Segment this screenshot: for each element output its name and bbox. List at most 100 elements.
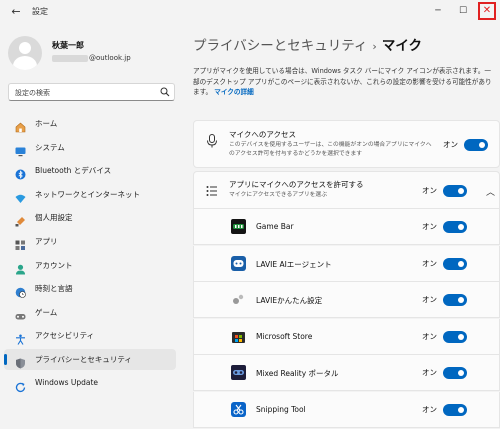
sidebar-item-label: アプリ <box>35 237 58 246</box>
avatar-head <box>19 42 31 54</box>
sidebar-item-label: 時刻と言語 <box>35 284 73 294</box>
app-name: Game Bar <box>256 222 294 231</box>
sidebar-item-2[interactable]: システム <box>4 137 176 158</box>
lavie-ai-icon <box>231 255 246 271</box>
mic-access-subtitle: このデバイスを使用するユーザーは、この機能がオンの場合アプリにマイクへのアクセス… <box>229 142 432 157</box>
app-access-toggle[interactable] <box>443 185 467 197</box>
app-name: LAVIEかんたん設定 <box>256 296 323 305</box>
app-toggle-label: オン <box>422 222 437 231</box>
search-box[interactable] <box>8 83 175 101</box>
sidebar-item-label: システム <box>35 142 65 152</box>
app-access-title: アプリにマイクへのアクセスを許可する <box>229 180 364 189</box>
app-access-card[interactable]: アプリにマイクへのアクセスを許可する マイクにアクセスできるアプリを選ぶ オン … <box>193 171 500 209</box>
sidebar-item-10[interactable]: アクセシビリティ <box>4 325 176 346</box>
sidebar-item-12[interactable]: Windows Update <box>4 373 176 394</box>
close-button[interactable]: ✕ <box>478 2 496 20</box>
minimize-button[interactable]: ─ <box>429 3 447 19</box>
store-icon <box>231 329 246 344</box>
mixed-reality-icon <box>231 365 246 380</box>
breadcrumb-separator: › <box>372 40 377 53</box>
account-icon <box>15 260 26 275</box>
sidebar-item-label: Bluetooth とデバイス <box>35 166 112 176</box>
accessibility-icon <box>15 330 26 346</box>
app-toggle-label: オン <box>422 258 437 268</box>
toggle-knob <box>458 297 464 303</box>
sidebar-item-6[interactable]: アプリ <box>4 231 176 252</box>
app-name: Microsoft Store <box>256 331 313 341</box>
sidebar-item-label: プライバシーとセキュリティ <box>35 355 132 364</box>
wifi-icon <box>15 189 26 203</box>
sidebar-item-label: ネットワークとインターネット <box>35 189 140 199</box>
back-button[interactable]: ← <box>8 4 24 20</box>
sidebar-item-label: ゲーム <box>35 307 58 317</box>
sidebar-item-7[interactable]: アカウント <box>4 255 176 276</box>
app-permission-row: LAVIEかんたん設定 オン <box>193 282 500 318</box>
sidebar-item-label: アクセシビリティ <box>35 331 95 341</box>
app-toggle-label: オン <box>422 404 437 414</box>
app-name: Snipping Tool <box>256 404 306 414</box>
toggle-knob <box>458 370 464 376</box>
app-toggle[interactable] <box>443 221 467 233</box>
breadcrumb-parent[interactable]: プライバシーとセキュリティ <box>193 38 367 54</box>
sidebar-item-11[interactable]: プライバシーとセキュリティ <box>4 349 176 370</box>
app-toggle[interactable] <box>443 294 467 306</box>
toggle-knob <box>458 333 464 340</box>
game-bar-icon <box>231 219 246 234</box>
sidebar-item-1[interactable]: ホーム <box>4 113 176 134</box>
page-description: アプリがマイクを使用している場合は、Windows タスク バーにマイク アイコ… <box>193 66 493 98</box>
app-toggle-label: オン <box>422 295 437 304</box>
app-access-subtitle: マイクにアクセスできるアプリを選ぶ <box>229 192 328 198</box>
app-permission-row: Snipping Tool オン <box>193 391 500 428</box>
sidebar-item-label: Windows Update <box>35 377 99 387</box>
lavie-settings-icon <box>231 292 246 307</box>
apps-icon <box>15 236 26 250</box>
sidebar: 秋葉一郎 @outlook.jp ホームシステム Bluetooth とデバイスネ… <box>0 26 182 429</box>
bluetooth-icon <box>15 165 26 180</box>
microphone-icon <box>207 134 217 148</box>
avatar-body <box>13 56 37 70</box>
sidebar-item-5[interactable]: 個人用設定 <box>4 207 176 228</box>
sidebar-item-label: 個人用設定 <box>35 213 73 223</box>
learn-more-link[interactable]: マイクの詳細 <box>214 88 253 96</box>
update-icon <box>15 378 26 392</box>
app-permission-row: Mixed Reality ポータル オン <box>193 355 500 391</box>
toggle-knob <box>458 188 464 194</box>
toggle-knob <box>458 406 464 413</box>
toggle-knob <box>458 260 464 267</box>
app-toggle[interactable] <box>443 257 467 270</box>
app-name: LAVIE AIエージェント <box>256 259 332 269</box>
search-input[interactable] <box>15 87 155 98</box>
main-content: プライバシーとセキュリティ › マイク アプリがマイクを使用している場合は、Wind… <box>182 26 500 429</box>
sidebar-item-8[interactable]: 時刻と言語 <box>4 278 176 299</box>
maximize-button[interactable]: ☐ <box>454 3 472 19</box>
app-toggle[interactable] <box>443 403 467 416</box>
mic-access-toggle-label: オン <box>443 140 458 149</box>
globe-clock-icon <box>15 283 26 298</box>
search-icon[interactable] <box>160 87 170 97</box>
app-permission-row: LAVIE AIエージェント オン <box>193 245 500 282</box>
mic-access-toggle[interactable] <box>464 139 488 151</box>
mic-access-card: マイクへのアクセス このデバイスを使用するユーザーは、この機能がオンの場合アプリ… <box>193 120 500 168</box>
sidebar-item-9[interactable]: ゲーム <box>4 302 176 323</box>
avatar[interactable] <box>8 36 42 70</box>
app-toggle[interactable] <box>443 330 467 343</box>
home-icon <box>15 118 26 133</box>
app-permission-row: Microsoft Store オン <box>193 318 500 355</box>
app-toggle[interactable] <box>443 367 467 379</box>
chevron-up-icon[interactable]: ︿ <box>486 185 495 198</box>
toggle-knob <box>479 142 485 148</box>
user-name: 秋葉一郎 <box>52 41 84 50</box>
app-permission-row: Game Bar オン <box>193 209 500 245</box>
app-access-toggle-label: オン <box>422 186 437 195</box>
sidebar-item-label: ホーム <box>35 119 58 128</box>
sidebar-item-3[interactable]: Bluetooth とデバイス <box>4 160 176 181</box>
mic-access-title: マイクへのアクセス <box>229 130 296 139</box>
active-indicator <box>4 354 7 365</box>
sidebar-item-4[interactable]: ネットワークとインターネット <box>4 184 176 205</box>
email-redaction <box>52 54 88 62</box>
snipping-tool-icon <box>231 401 246 417</box>
app-title: 設定 <box>32 7 48 16</box>
app-toggle-label: オン <box>422 368 437 377</box>
shield-icon <box>15 354 26 369</box>
toggle-knob <box>458 224 464 230</box>
